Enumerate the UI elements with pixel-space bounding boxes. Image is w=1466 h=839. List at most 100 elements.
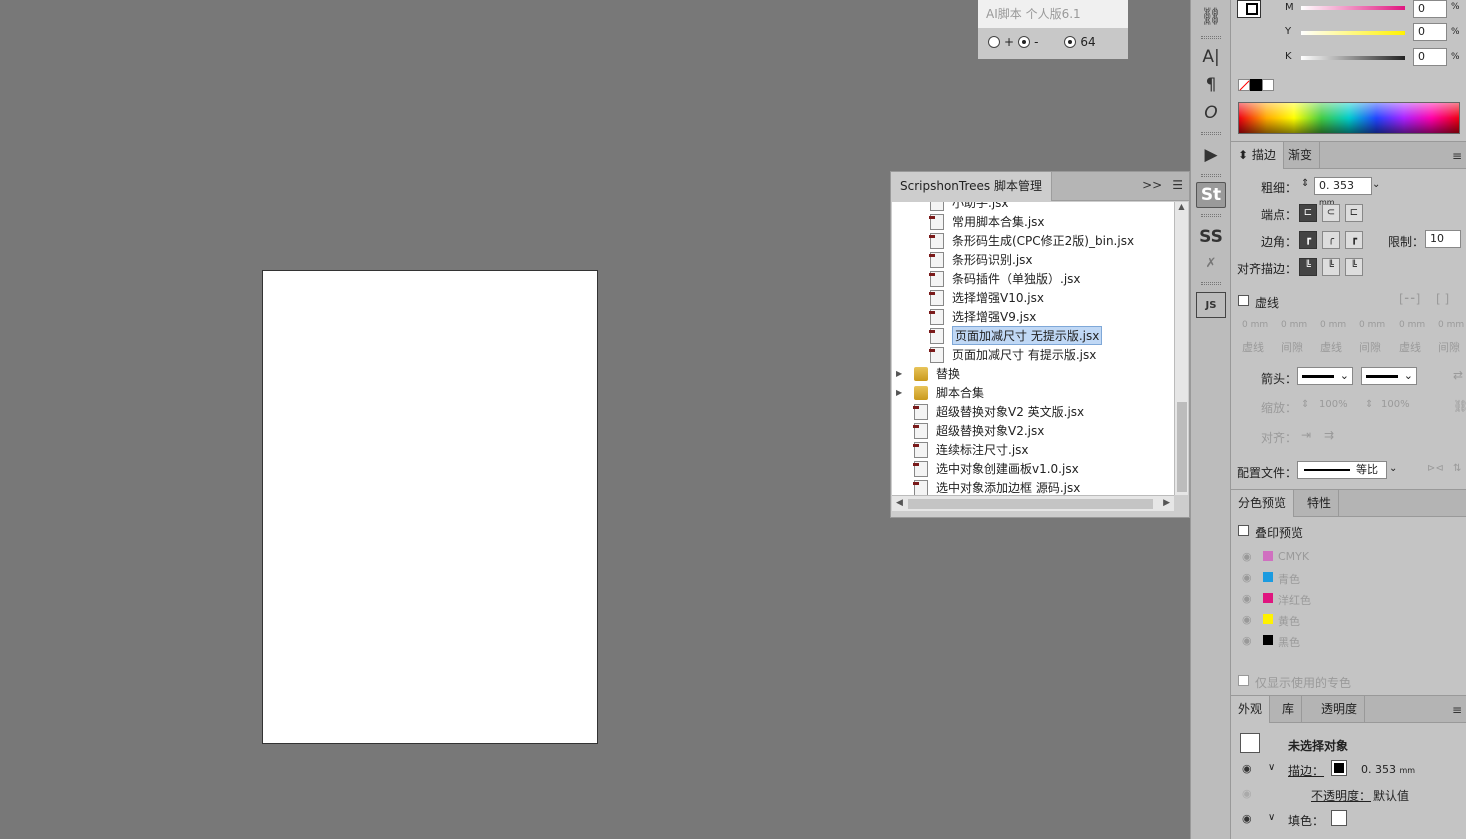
appearance-menu-icon[interactable]: ≡: [1452, 703, 1462, 717]
scroll-thumb[interactable]: [1177, 402, 1187, 492]
tree-vertical-scrollbar[interactable]: ▲: [1174, 202, 1188, 495]
weight-stepper-icon[interactable]: ⇕: [1301, 178, 1309, 189]
m-field[interactable]: 0: [1413, 0, 1447, 18]
stroke-attr-label[interactable]: 描边：: [1288, 762, 1324, 779]
black-swatch[interactable]: [1250, 79, 1262, 91]
weight-field[interactable]: 0. 353 mm: [1314, 177, 1372, 207]
opacity-label[interactable]: 不透明度：: [1311, 787, 1371, 804]
stroke-menu-icon[interactable]: ≡: [1452, 149, 1462, 163]
stroke-color-swatch[interactable]: [1331, 760, 1347, 776]
js-icon[interactable]: JS: [1196, 292, 1226, 318]
tab-separations-preview[interactable]: 分色预览: [1231, 490, 1295, 517]
start-arrow-select[interactable]: ⌄: [1297, 367, 1353, 385]
fill-attr-label[interactable]: 填色：: [1288, 812, 1324, 829]
tab-library[interactable]: 库: [1275, 696, 1303, 723]
fill-color-swatch[interactable]: [1331, 810, 1347, 826]
tree-file[interactable]: 选中对象创建画板v1.0.jsx: [913, 459, 1079, 478]
tree-file[interactable]: 条码插件（单独版）.jsx: [929, 269, 1081, 288]
tree-file[interactable]: 页面加减尺寸 有提示版.jsx: [929, 345, 1096, 364]
limit-field[interactable]: 10: [1425, 230, 1461, 248]
projecting-cap-button[interactable]: ⊏: [1345, 204, 1363, 222]
bevel-join-button[interactable]: ┏: [1345, 231, 1363, 249]
tree-folder[interactable]: ▶ 脚本合集: [896, 383, 984, 402]
profile-dropdown-icon[interactable]: ⌄: [1389, 463, 1397, 474]
tree-file[interactable]: 条形码生成(CPC修正2版)_bin.jsx: [929, 231, 1134, 250]
scroll-up-icon[interactable]: ▲: [1175, 202, 1188, 211]
dashed-checkbox[interactable]: [1238, 295, 1249, 306]
arrow-tip-extend-icon[interactable]: ⇥: [1301, 428, 1311, 442]
opentype-icon[interactable]: O: [1196, 100, 1226, 126]
flip-along-icon[interactable]: ⊳⊲: [1427, 463, 1444, 474]
stroke-fill-swatch[interactable]: [1237, 0, 1261, 18]
eye-icon[interactable]: ◉: [1242, 613, 1252, 626]
end-arrow-select[interactable]: ⌄: [1361, 367, 1417, 385]
scroll-right-icon[interactable]: ▶: [1163, 498, 1170, 508]
butt-cap-button[interactable]: ⊏: [1299, 204, 1317, 222]
pen-script-icon[interactable]: ✗: [1196, 250, 1226, 276]
scroll-left-icon[interactable]: ◀: [896, 498, 903, 508]
eye-icon[interactable]: ◉: [1242, 592, 1252, 605]
align-inside-button[interactable]: ╚: [1322, 258, 1340, 276]
tree-file[interactable]: 超级替换对象V2.jsx: [913, 421, 1044, 440]
white-swatch[interactable]: [1262, 79, 1274, 91]
plus-radio[interactable]: [988, 36, 1000, 48]
chevron-down-icon[interactable]: ∨: [1268, 812, 1275, 823]
tab-transparency[interactable]: 透明度: [1314, 696, 1366, 723]
link-icon[interactable]: ⛓: [1196, 4, 1226, 30]
eye-icon[interactable]: ◉: [1242, 787, 1252, 800]
eye-icon[interactable]: ◉: [1242, 550, 1252, 563]
tree-file[interactable]: 页面加减尺寸 无提示版.jsx: [929, 326, 1103, 345]
character-icon[interactable]: A|: [1196, 44, 1226, 70]
round-cap-button[interactable]: ⊂: [1322, 204, 1340, 222]
script-tree-list[interactable]: 小助手.jsx 常用脚本合集.jsx 条形码生成(CPC修正2版)_bin.jsx 条…: [892, 202, 1174, 495]
miter-join-button[interactable]: ┏: [1299, 231, 1317, 249]
arrow-tip-place-icon[interactable]: ⇉: [1324, 428, 1334, 442]
tab-scripshon-trees[interactable]: ScripshonTrees 脚本管理: [891, 172, 1052, 201]
profile-select[interactable]: 等比: [1297, 461, 1387, 479]
flip-across-icon[interactable]: ⇅: [1453, 463, 1461, 474]
tree-horizontal-scrollbar[interactable]: ◀ ▶: [892, 495, 1174, 511]
minus-radio[interactable]: [1018, 36, 1031, 48]
k-field[interactable]: 0: [1413, 48, 1447, 66]
eye-icon[interactable]: ◉: [1242, 571, 1252, 584]
h-scroll-thumb[interactable]: [908, 499, 1153, 509]
tree-file[interactable]: 超级替换对象V2 英文版.jsx: [913, 402, 1084, 421]
start-scale-value[interactable]: 100%: [1319, 399, 1348, 410]
artboard[interactable]: [262, 270, 598, 744]
eye-icon[interactable]: ◉: [1242, 634, 1252, 647]
panel-menu-icon[interactable]: ☰: [1172, 178, 1183, 192]
expand-icon[interactable]: >>: [1142, 178, 1162, 192]
end-scale-value[interactable]: 100%: [1381, 399, 1410, 410]
weight-dropdown-icon[interactable]: ⌄: [1372, 179, 1380, 190]
dash-align-icon[interactable]: [ ]: [1436, 292, 1449, 306]
scripshon-trees-icon[interactable]: St: [1196, 182, 1226, 208]
overprint-checkbox[interactable]: [1238, 525, 1249, 536]
tree-file[interactable]: 连续标注尺寸.jsx: [913, 440, 1029, 459]
tab-appearance[interactable]: 外观: [1231, 696, 1271, 723]
y-slider[interactable]: [1301, 31, 1405, 35]
script-ss-icon[interactable]: SS: [1196, 224, 1226, 250]
align-center-button[interactable]: ╚: [1299, 258, 1317, 276]
tree-file[interactable]: 选择增强V9.jsx: [929, 307, 1036, 326]
play-icon[interactable]: ▶: [1196, 142, 1226, 168]
k-slider[interactable]: [1301, 56, 1405, 60]
swap-arrows-icon[interactable]: ⇄: [1453, 368, 1463, 382]
round-join-button[interactable]: ╭: [1322, 231, 1340, 249]
link-scale-icon[interactable]: ⛓: [1453, 399, 1466, 413]
tree-file[interactable]: 条形码识别.jsx: [929, 250, 1033, 269]
eye-icon[interactable]: ◉: [1242, 812, 1252, 825]
count-radio[interactable]: [1064, 36, 1077, 48]
tab-stroke[interactable]: ⬍ 描边: [1231, 142, 1284, 169]
none-swatch[interactable]: [1238, 79, 1250, 91]
paragraph-icon[interactable]: ¶: [1196, 72, 1226, 98]
expand-arrow-icon[interactable]: ▶: [896, 369, 902, 378]
m-slider[interactable]: [1301, 6, 1405, 10]
chevron-down-icon[interactable]: ∨: [1268, 762, 1275, 773]
expand-arrow-icon[interactable]: ▶: [896, 388, 902, 397]
tree-file[interactable]: 选择增强V10.jsx: [929, 288, 1044, 307]
spot-only-checkbox[interactable]: [1238, 675, 1249, 686]
tree-file[interactable]: 常用脚本合集.jsx: [929, 212, 1045, 231]
eye-icon[interactable]: ◉: [1242, 762, 1252, 775]
tree-file[interactable]: 小助手.jsx: [930, 202, 1009, 212]
y-field[interactable]: 0: [1413, 23, 1447, 41]
